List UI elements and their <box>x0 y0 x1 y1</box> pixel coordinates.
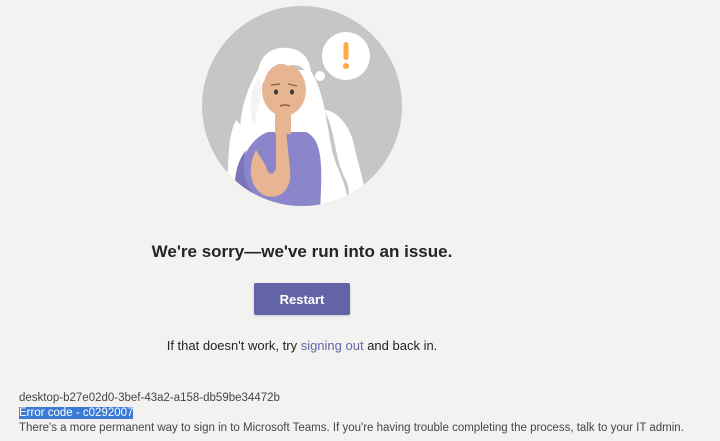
error-page: We're sorry—we've run into an issue. Res… <box>0 0 720 441</box>
sign-out-link[interactable]: signing out <box>301 338 364 353</box>
hint-text: If that doesn't work, try signing out an… <box>0 338 604 353</box>
diagnostics-footer: desktop-b27e02d0-3bef-43a2-a158-db59be34… <box>19 391 684 436</box>
error-code-text: Error code - c0292007 <box>19 407 134 419</box>
error-headline: We're sorry—we've run into an issue. <box>151 242 453 261</box>
device-id-text: desktop-b27e02d0-3bef-43a2-a158-db59be34… <box>19 392 280 404</box>
exclamation-alert-icon <box>343 42 349 69</box>
sign-in-info-text: There's a more permanent way to sign in … <box>19 422 684 434</box>
hint-prefix: If that doesn't work, try <box>166 338 301 353</box>
hint-suffix: and back in. <box>363 338 438 353</box>
restart-button[interactable]: Restart <box>254 283 350 315</box>
confused-person-illustration <box>202 6 402 206</box>
